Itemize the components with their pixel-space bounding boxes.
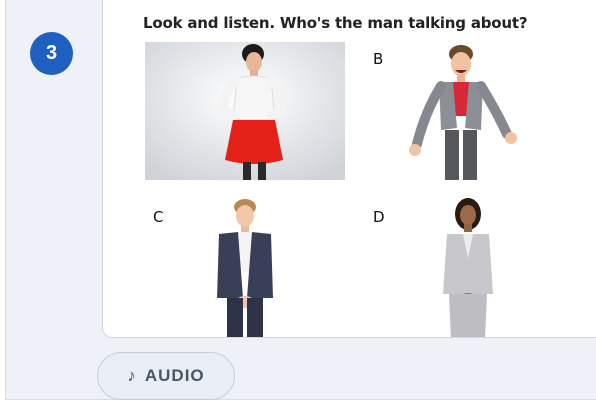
option-d-image[interactable]: [433, 198, 503, 338]
question-prompt: Look and listen. Who's the man talking a…: [143, 14, 528, 32]
option-b-letter: B: [373, 50, 384, 68]
audio-button[interactable]: ♪ AUDIO: [97, 352, 235, 400]
music-note-icon: ♪: [127, 366, 137, 385]
audio-label: AUDIO: [144, 366, 205, 385]
option-d-letter: D: [373, 208, 385, 226]
question-panel: 3 Look and listen. Who's the man talking…: [5, 0, 596, 400]
question-number-badge: 3: [30, 32, 73, 75]
option-b-image[interactable]: [403, 42, 523, 182]
option-c-image[interactable]: [203, 198, 287, 338]
option-a-image[interactable]: [145, 42, 345, 180]
question-card: Look and listen. Who's the man talking a…: [102, 0, 596, 338]
option-c-letter: C: [153, 208, 164, 226]
